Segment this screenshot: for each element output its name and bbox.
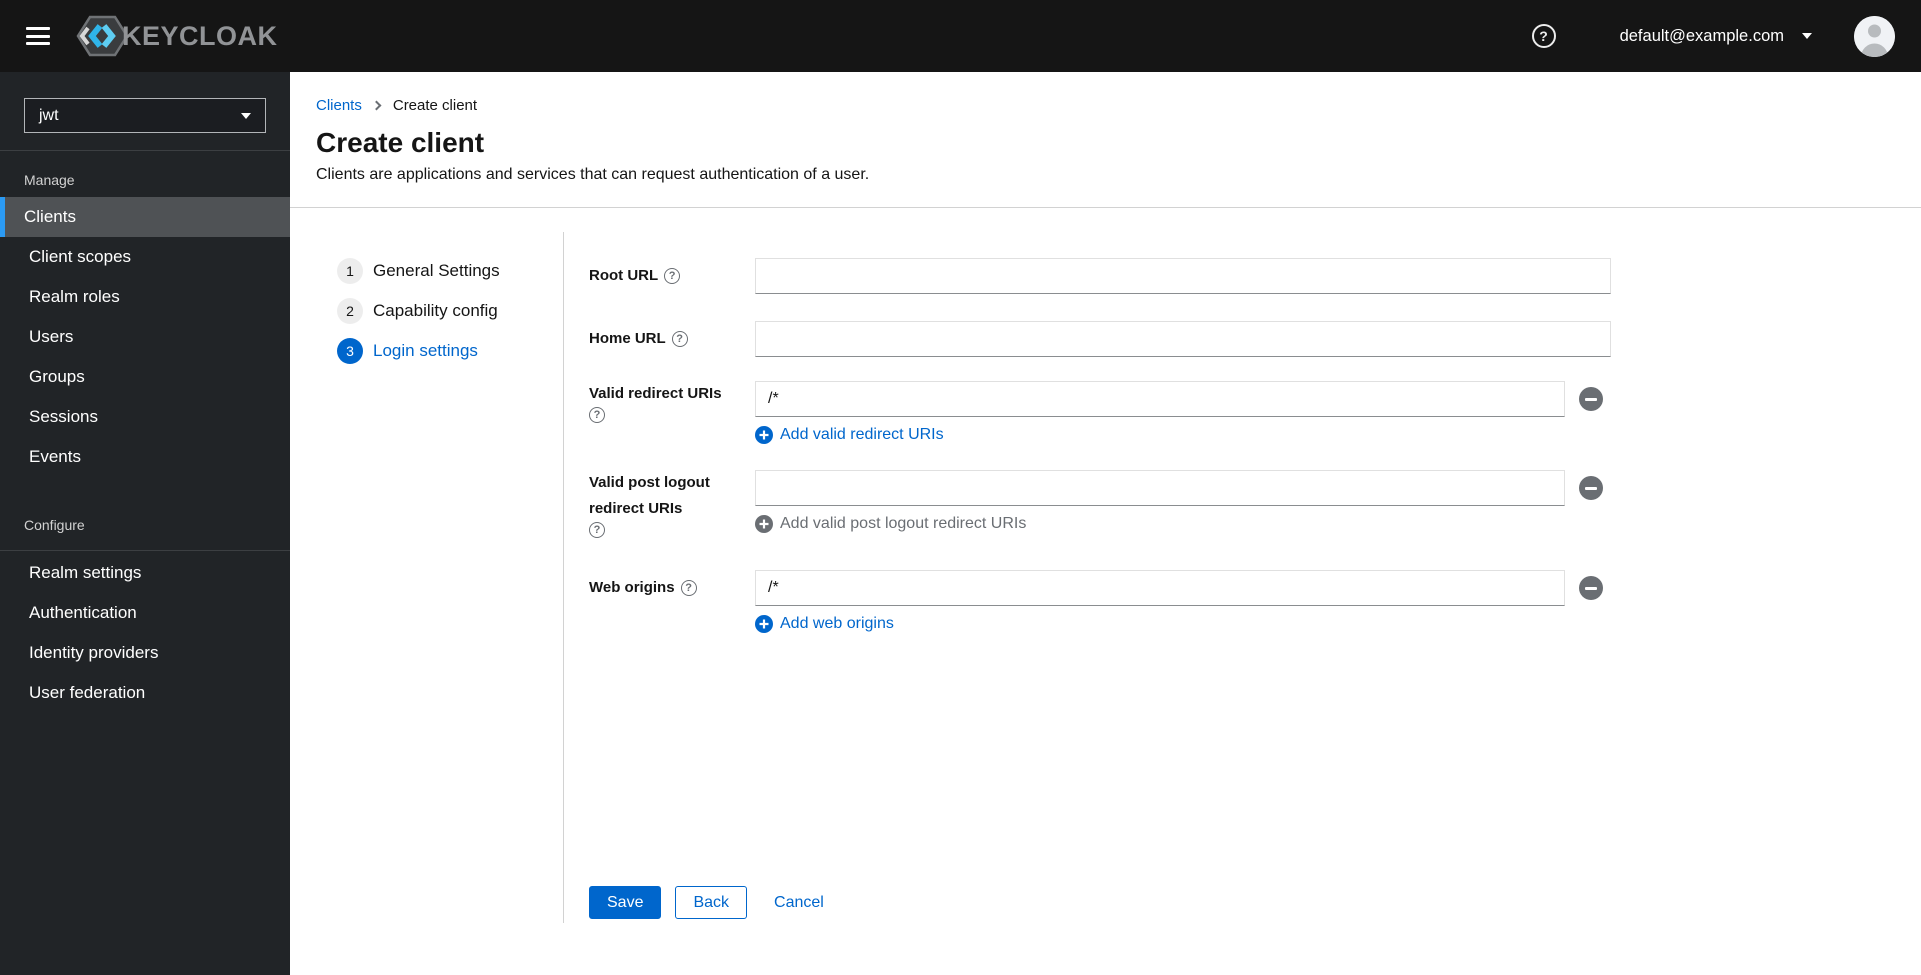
- login-settings-form: Root URL ? Home URL ? Valid redirect URI…: [563, 208, 1921, 975]
- nav-toggle-hamburger-icon[interactable]: [26, 27, 50, 45]
- web-origins-label: Web origins ?: [589, 570, 755, 606]
- nav-divider: [0, 550, 290, 551]
- breadcrumb-clients-link[interactable]: Clients: [316, 97, 362, 114]
- nav-section-configure: Configure: [24, 517, 85, 533]
- wizard-nav: 1 General Settings 2 Capability config 3…: [290, 208, 563, 975]
- form-row-root-url: Root URL ?: [589, 258, 1921, 294]
- root-url-label: Root URL ?: [589, 258, 755, 294]
- valid-post-logout-redirect-uris-label: Valid post logout redirect URIs ?: [589, 474, 710, 538]
- nav-section-manage: Manage: [24, 172, 75, 188]
- step-number-badge: 2: [337, 298, 363, 324]
- valid-redirect-uri-input[interactable]: [755, 381, 1565, 417]
- wizard-step-general-settings[interactable]: 1 General Settings: [337, 258, 500, 284]
- form-action-bar: Save Back Cancel: [589, 886, 1921, 919]
- help-icon[interactable]: ?: [680, 580, 697, 596]
- step-number-badge: 3: [337, 338, 363, 364]
- web-origin-input[interactable]: [755, 570, 1565, 606]
- user-menu-dropdown[interactable]: default@example.com: [1620, 27, 1812, 46]
- chevron-right-icon: [371, 100, 382, 111]
- breadcrumb: Clients Create client: [316, 97, 1897, 114]
- breadcrumb-current: Create client: [392, 97, 478, 114]
- help-icon[interactable]: ?: [664, 268, 681, 284]
- valid-redirect-uris-label: Valid redirect URIs ?: [589, 385, 722, 423]
- remove-post-logout-redirect-uri-icon[interactable]: [1579, 476, 1603, 500]
- user-email: default@example.com: [1619, 26, 1784, 45]
- realm-selector[interactable]: jwt: [24, 98, 266, 133]
- wizard-step-capability-config[interactable]: 2 Capability config: [337, 298, 498, 324]
- sidebar-item-identity-providers[interactable]: Identity providers: [0, 633, 290, 673]
- page-header: Clients Create client Create client Clie…: [290, 72, 1921, 208]
- remove-web-origin-icon[interactable]: [1579, 576, 1603, 600]
- page-title: Create client: [316, 127, 485, 158]
- add-valid-post-logout-redirect-uris-button[interactable]: Add valid post logout redirect URIs: [755, 515, 1026, 533]
- help-icon[interactable]: ?: [589, 407, 605, 423]
- keycloak-logo-icon: [76, 14, 128, 58]
- home-url-label: Home URL ?: [589, 321, 755, 357]
- add-web-origins-button[interactable]: Add web origins: [755, 615, 894, 633]
- root-url-input[interactable]: [755, 258, 1611, 294]
- masthead: KEYCLOAK ? default@example.com: [0, 0, 1921, 72]
- brand-name: KEYCLOAK: [122, 20, 278, 51]
- valid-post-logout-redirect-uri-input[interactable]: [755, 470, 1565, 506]
- save-button[interactable]: Save: [589, 886, 662, 919]
- chevron-down-icon: [241, 112, 251, 119]
- home-url-input[interactable]: [755, 321, 1611, 357]
- sidebar-item-realm-roles[interactable]: Realm roles: [0, 277, 290, 317]
- sidebar-item-events[interactable]: Events: [0, 437, 290, 477]
- plus-circle-icon: [755, 615, 773, 633]
- sidebar-item-sessions[interactable]: Sessions: [0, 397, 290, 437]
- chevron-down-icon: [1802, 33, 1812, 39]
- sidebar-item-realm-settings[interactable]: Realm settings: [0, 553, 290, 593]
- help-icon[interactable]: ?: [1531, 24, 1556, 48]
- sidebar-item-authentication[interactable]: Authentication: [0, 593, 290, 633]
- help-icon[interactable]: ?: [671, 331, 688, 347]
- cancel-button[interactable]: Cancel: [774, 886, 824, 919]
- wizard-step-login-settings[interactable]: 3 Login settings: [337, 338, 478, 364]
- help-icon[interactable]: ?: [589, 522, 605, 538]
- wizard-form-divider: [563, 232, 564, 923]
- sidebar-item-client-scopes[interactable]: Client scopes: [0, 237, 290, 277]
- realm-selector-block: jwt: [0, 72, 290, 151]
- sidebar-item-users[interactable]: Users: [0, 317, 290, 357]
- sidebar: jwt Manage Clients Client scopes Realm r…: [0, 72, 290, 975]
- form-row-home-url: Home URL ?: [589, 321, 1921, 357]
- page-subtitle: Clients are applications and services th…: [316, 166, 870, 183]
- sidebar-item-user-federation[interactable]: User federation: [0, 673, 290, 713]
- sidebar-item-groups[interactable]: Groups: [0, 357, 290, 397]
- avatar[interactable]: [1854, 15, 1895, 57]
- form-row-web-origins: Web origins ? Add web origins: [589, 570, 1921, 633]
- keycloak-logo: KEYCLOAK: [76, 14, 278, 58]
- form-row-valid-redirect-uris: Valid redirect URIs ? Add valid redirect…: [589, 381, 1921, 444]
- sidebar-item-clients[interactable]: Clients: [0, 197, 290, 237]
- step-number-badge: 1: [337, 258, 363, 284]
- main-content: Clients Create client Create client Clie…: [290, 72, 1921, 975]
- remove-redirect-uri-icon[interactable]: [1579, 387, 1603, 411]
- user-avatar-icon: [1854, 15, 1895, 57]
- plus-circle-icon: [755, 426, 773, 444]
- add-valid-redirect-uris-button[interactable]: Add valid redirect URIs: [755, 426, 944, 444]
- plus-circle-icon: [755, 515, 773, 533]
- back-button[interactable]: Back: [675, 886, 748, 919]
- form-row-valid-post-logout-redirect-uris: Valid post logout redirect URIs ? Add va…: [589, 470, 1921, 538]
- realm-name: jwt: [39, 106, 59, 124]
